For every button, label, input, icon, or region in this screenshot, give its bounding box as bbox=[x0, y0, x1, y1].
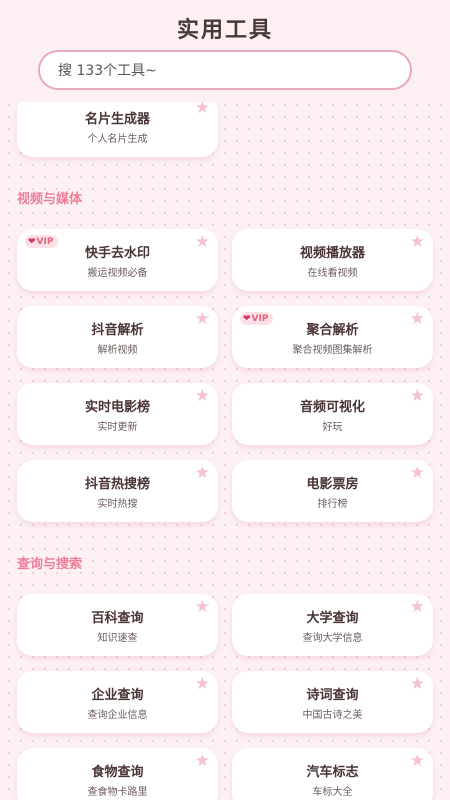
tool-desc: 查询大学信息 bbox=[302, 633, 363, 644]
section-title-query-search: 查询与搜索 bbox=[17, 557, 83, 572]
tool-desc: 好玩 bbox=[322, 422, 343, 433]
star-icon[interactable]: ★ bbox=[195, 676, 210, 693]
tool-name: 食物查询 bbox=[91, 765, 144, 780]
tool-desc: 查询企业信息 bbox=[87, 710, 148, 721]
tool-desc: 聚合视频图集解析 bbox=[292, 345, 373, 356]
tool-name: 电影票房 bbox=[306, 477, 359, 492]
tool-name: 视频播放器 bbox=[299, 246, 365, 261]
tool-desc: 车标大全 bbox=[312, 787, 353, 798]
tool-desc: 排行榜 bbox=[317, 499, 348, 510]
star-icon[interactable]: ★ bbox=[195, 311, 210, 328]
star-icon[interactable]: ★ bbox=[410, 599, 425, 616]
star-icon[interactable]: ★ bbox=[410, 676, 425, 693]
star-icon[interactable]: ★ bbox=[195, 100, 210, 117]
tool-card-aggregate-parse[interactable]: ❤ VIP 聚合解析 聚合视频图集解析 ★ bbox=[232, 306, 433, 368]
star-icon[interactable]: ★ bbox=[410, 753, 425, 770]
star-icon[interactable]: ★ bbox=[195, 234, 210, 251]
tool-desc: 搬运视频必备 bbox=[87, 268, 148, 279]
tool-card-douyin-hot-search[interactable]: 抖音热搜榜 实时热搜 ★ bbox=[17, 460, 218, 522]
tool-name: 汽车标志 bbox=[306, 765, 359, 780]
star-icon[interactable]: ★ bbox=[195, 753, 210, 770]
tool-name: 抖音解析 bbox=[91, 323, 144, 338]
tool-desc: 实时更新 bbox=[97, 422, 138, 433]
tool-name: 企业查询 bbox=[91, 688, 144, 703]
star-icon[interactable]: ★ bbox=[410, 311, 425, 328]
tool-desc: 解析视频 bbox=[97, 345, 138, 356]
section-title-video-media: 视频与媒体 bbox=[17, 192, 83, 207]
tool-card-company-query[interactable]: 企业查询 查询企业信息 ★ bbox=[17, 671, 218, 733]
tool-desc: 中国古诗之美 bbox=[302, 710, 363, 721]
tool-card-douyin-parse[interactable]: 抖音解析 解析视频 ★ bbox=[17, 306, 218, 368]
tool-desc: 个人名片生成 bbox=[87, 134, 148, 145]
search-input[interactable]: 搜 133个工具~ bbox=[38, 50, 412, 90]
tool-name: 实时电影榜 bbox=[84, 400, 150, 415]
tool-card-baike-query[interactable]: 百科查询 知识速查 ★ bbox=[17, 594, 218, 656]
tool-card-food-query[interactable]: 食物查询 查食物卡路里 ★ bbox=[17, 748, 218, 800]
star-icon[interactable]: ★ bbox=[195, 388, 210, 405]
header: 实用工具 搜 133个工具~ bbox=[0, 0, 450, 102]
tool-desc: 实时热搜 bbox=[97, 499, 138, 510]
tool-desc: 在线看视频 bbox=[307, 268, 358, 279]
tool-name: 聚合解析 bbox=[306, 323, 359, 338]
tool-card-box-office[interactable]: 电影票房 排行榜 ★ bbox=[232, 460, 433, 522]
page-title: 实用工具 bbox=[176, 18, 273, 43]
tool-name: 名片生成器 bbox=[84, 112, 150, 127]
tool-name: 快手去水印 bbox=[84, 246, 150, 261]
tool-card-realtime-movie-rank[interactable]: 实时电影榜 实时更新 ★ bbox=[17, 383, 218, 445]
star-icon[interactable]: ★ bbox=[410, 388, 425, 405]
tool-card-card-generator[interactable]: 名片生成器 个人名片生成 ★ bbox=[17, 95, 218, 157]
tool-card-audio-visualizer[interactable]: 音频可视化 好玩 ★ bbox=[232, 383, 433, 445]
tool-name: 百科查询 bbox=[91, 611, 144, 626]
tool-name: 大学查询 bbox=[306, 611, 359, 626]
tool-card-poetry-query[interactable]: 诗词查询 中国古诗之美 ★ bbox=[232, 671, 433, 733]
tool-card-video-player[interactable]: 视频播放器 在线看视频 ★ bbox=[232, 229, 433, 291]
tool-card-kuaishou-watermark[interactable]: ❤ VIP 快手去水印 搬运视频必备 ★ bbox=[17, 229, 218, 291]
tool-desc: 查食物卡路里 bbox=[87, 787, 148, 798]
tool-name: 音频可视化 bbox=[299, 400, 365, 415]
star-icon[interactable]: ★ bbox=[195, 465, 210, 482]
tool-card-university-query[interactable]: 大学查询 查询大学信息 ★ bbox=[232, 594, 433, 656]
star-icon[interactable]: ★ bbox=[410, 465, 425, 482]
tool-desc: 知识速查 bbox=[97, 633, 138, 644]
tool-name: 抖音热搜榜 bbox=[84, 477, 150, 492]
tool-name: 诗词查询 bbox=[306, 688, 359, 703]
star-icon[interactable]: ★ bbox=[410, 234, 425, 251]
tool-card-car-logo[interactable]: 汽车标志 车标大全 ★ bbox=[232, 748, 433, 800]
star-icon[interactable]: ★ bbox=[195, 599, 210, 616]
